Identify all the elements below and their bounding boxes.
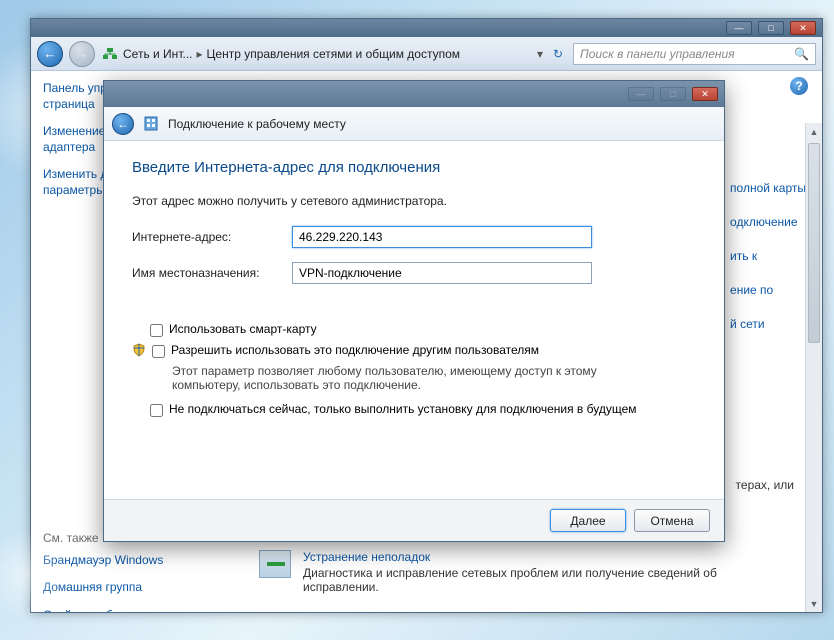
- breadcrumb[interactable]: Сеть и Инт... ▸ Центр управления сетями …: [101, 46, 531, 62]
- dialog-maximize-button[interactable]: □: [660, 87, 686, 101]
- dialog-minimize-button[interactable]: —: [628, 87, 654, 101]
- smartcard-checkbox[interactable]: [150, 324, 163, 337]
- minimize-button[interactable]: —: [726, 21, 752, 35]
- dialog-header: ← Подключение к рабочему месту: [104, 107, 724, 141]
- workplace-icon: [142, 115, 160, 133]
- nav-toolbar: ← → Сеть и Инт... ▸ Центр управления сет…: [31, 37, 822, 71]
- dialog-title: Подключение к рабочему месту: [168, 117, 346, 131]
- footer-hint: терах, или: [736, 478, 794, 492]
- chevron-right-icon: ▸: [196, 47, 202, 61]
- sidebar-link-homegroup[interactable]: Домашняя группа: [43, 580, 227, 596]
- dont-connect-now-label: Не подключаться сейчас, только выполнить…: [169, 402, 637, 416]
- troubleshoot-desc: Диагностика и исправление сетевых пробле…: [303, 566, 773, 594]
- nav-back-button[interactable]: ←: [37, 41, 63, 67]
- next-button[interactable]: Далее: [550, 509, 626, 532]
- troubleshoot-block: Устранение неполадок Диагностика и испра…: [259, 550, 804, 594]
- scroll-up-icon[interactable]: ▲: [806, 123, 822, 140]
- link-network[interactable]: й сети: [730, 317, 806, 331]
- link-connect-to[interactable]: ить к: [730, 249, 806, 263]
- nav-forward-button[interactable]: →: [69, 41, 95, 67]
- dialog-titlebar: — □ ✕: [104, 81, 724, 107]
- troubleshoot-link[interactable]: Устранение неполадок: [303, 550, 430, 564]
- chevron-down-icon[interactable]: ▾: [537, 47, 543, 61]
- internet-address-label: Интернете-адрес:: [132, 230, 292, 244]
- dialog-footer: Далее Отмена: [104, 499, 724, 541]
- troubleshoot-icon: [259, 550, 291, 578]
- allow-others-label: Разрешить использовать это подключение д…: [171, 343, 539, 357]
- destination-name-input[interactable]: [292, 262, 592, 284]
- close-button[interactable]: ✕: [790, 21, 816, 35]
- scroll-down-icon[interactable]: ▼: [806, 595, 822, 612]
- link-by[interactable]: ение по: [730, 283, 806, 297]
- dialog-subtext: Этот адрес можно получить у сетевого адм…: [132, 194, 696, 208]
- search-placeholder: Поиск в панели управления: [580, 47, 735, 61]
- smartcard-label: Использовать смарт-карту: [169, 322, 317, 336]
- dialog-back-button[interactable]: ←: [112, 113, 134, 135]
- refresh-icon[interactable]: ↻: [549, 46, 567, 62]
- destination-name-label: Имя местоназначения:: [132, 266, 292, 280]
- vertical-scrollbar[interactable]: ▲ ▼: [805, 123, 822, 612]
- breadcrumb-item[interactable]: Центр управления сетями и общим доступом: [207, 47, 461, 61]
- allow-others-desc: Этот параметр позволяет любому пользоват…: [172, 364, 632, 392]
- control-panel-titlebar: — □ ✕: [31, 19, 822, 37]
- link-connection[interactable]: одключение: [730, 215, 806, 229]
- sidebar-link-internet-options[interactable]: Свойства обозревателя: [43, 608, 227, 612]
- dont-connect-now-checkbox[interactable]: [150, 404, 163, 417]
- right-link-column: полной карты одключение ить к ение по й …: [730, 181, 806, 351]
- dialog-body: Введите Интернета-адрес для подключения …: [104, 141, 724, 499]
- dialog-heading: Введите Интернета-адрес для подключения: [132, 159, 696, 176]
- maximize-button[interactable]: □: [758, 21, 784, 35]
- connect-workplace-dialog: — □ ✕ ← Подключение к рабочему месту Вве…: [103, 80, 725, 542]
- dialog-close-button[interactable]: ✕: [692, 87, 718, 101]
- internet-address-input[interactable]: [292, 226, 592, 248]
- scroll-thumb[interactable]: [808, 143, 820, 343]
- allow-others-checkbox[interactable]: [152, 345, 165, 358]
- shield-icon: [132, 343, 146, 357]
- link-full-map[interactable]: полной карты: [730, 181, 806, 195]
- cancel-button[interactable]: Отмена: [634, 509, 710, 532]
- breadcrumb-item[interactable]: Сеть и Инт...: [123, 47, 192, 61]
- search-icon: 🔍: [794, 47, 809, 61]
- network-icon: [101, 46, 119, 62]
- sidebar-link-firewall[interactable]: Брандмауэр Windows: [43, 553, 227, 569]
- search-input[interactable]: Поиск в панели управления 🔍: [573, 43, 816, 65]
